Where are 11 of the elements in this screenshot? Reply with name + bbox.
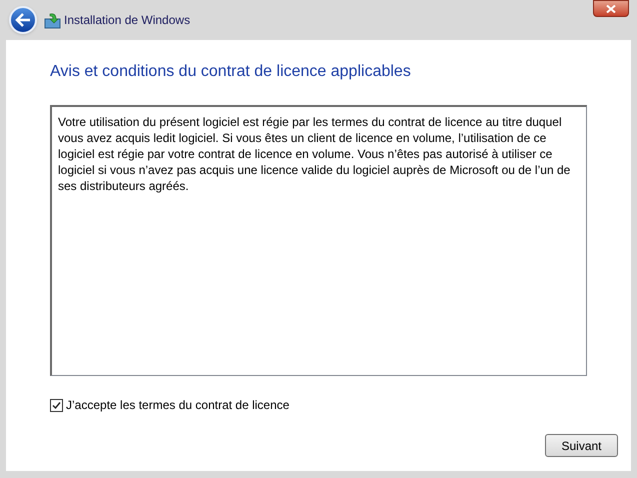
accept-label: J’accepte les termes du contrat de licence xyxy=(66,397,290,414)
page-heading: Avis et conditions du contrat de licence applicables xyxy=(50,62,412,82)
next-button[interactable]: Suivant xyxy=(545,434,618,457)
license-text: Votre utilisation du présent logiciel est régie par les termes du contrat de licence au titre duquel vous avez acquis ledit logiciel. Si vous êtes un client de licence en volume, l’utilisation de ce logiciel est régie par votre contrat de licence en volume. Vous n’êtes pas autorisé à utiliser ce logiciel si vous n’avez pas acquis une licence valide du logiciel auprès de Microsoft ou de l’un de ses distributeurs agréés. xyxy=(58,114,572,194)
back-arrow-icon xyxy=(15,13,31,27)
accept-checkbox[interactable] xyxy=(50,398,63,412)
setup-icon xyxy=(44,12,61,28)
back-button[interactable] xyxy=(9,6,37,34)
close-button[interactable] xyxy=(593,0,629,17)
close-icon xyxy=(606,4,616,12)
window-title: Installation de Windows xyxy=(64,12,190,29)
